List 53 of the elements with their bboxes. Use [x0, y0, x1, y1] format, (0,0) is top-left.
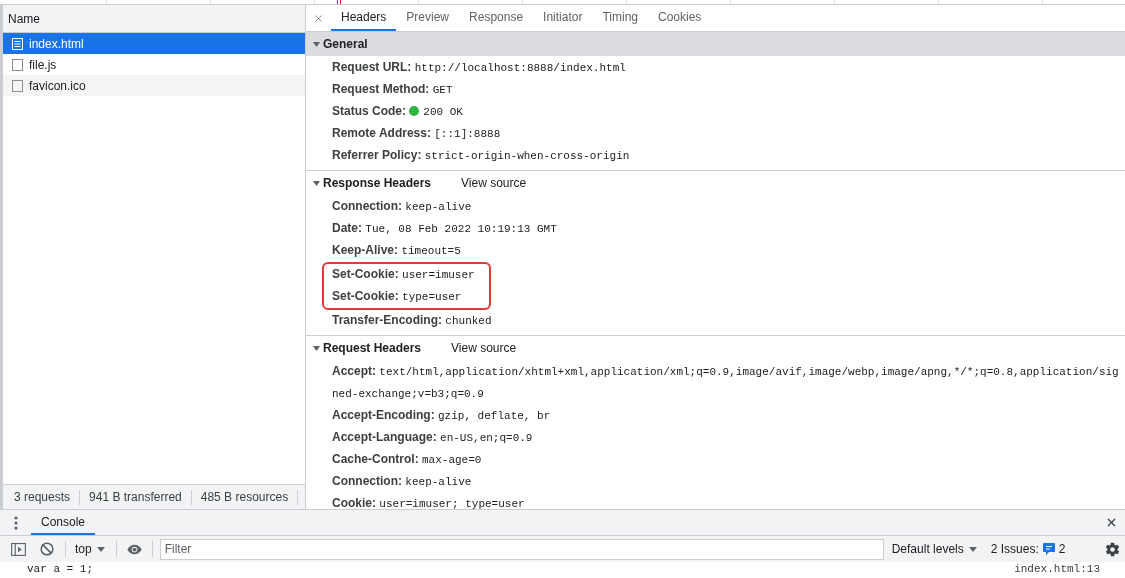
tab[interactable]: Timing	[592, 5, 648, 31]
status-text: 941 B transferred	[88, 489, 183, 506]
header-row-text: Referrer Policy: strict-origin-when-cross-origin	[331, 147, 631, 164]
header-row-text: Connection: keep-alive	[331, 473, 473, 490]
settings-icon[interactable]	[1105, 541, 1120, 557]
tab[interactable]: Preview	[396, 5, 460, 31]
kebab-menu-icon[interactable]	[13, 515, 18, 530]
status-dot-icon	[409, 106, 420, 116]
header-row-text: Remote Address: [::1]:8888	[331, 125, 502, 142]
tab[interactable]: Response	[459, 5, 534, 31]
column-header[interactable]: Name	[3, 5, 305, 33]
status-text: 485 B resources	[199, 489, 290, 506]
tab[interactable]: Initiator	[533, 5, 593, 31]
disclosure-triangle-icon[interactable]	[313, 345, 320, 351]
disclosure-triangle-icon[interactable]	[313, 41, 320, 47]
header-row-text: Request URL: http://localhost:8888/index.html	[331, 59, 627, 76]
request-row[interactable]: index.html	[3, 33, 305, 54]
header-row-text: Date: Tue, 08 Feb 2022 10:19:13 GMT	[331, 220, 558, 237]
header-row-text: Connection: keep-alive	[331, 198, 473, 215]
context-dropdown[interactable]: top	[75, 540, 105, 558]
header-row-text: Set-Cookie: user=imuser	[332, 266, 476, 283]
chat-bubble-icon	[1042, 543, 1055, 555]
sidebar-toggle-icon[interactable]	[11, 542, 26, 556]
filter-field[interactable]: Filter	[159, 538, 884, 560]
header-name: Status Code:	[332, 104, 406, 118]
header-row-text: Cookie: user=imuser; type=user	[331, 495, 526, 509]
header-row-text: Request Method: GET	[331, 81, 454, 98]
header-row-text: Accept-Language: en-US,en;q=0.9	[331, 429, 534, 446]
disclosure-triangle-icon[interactable]	[313, 180, 320, 186]
section-toggle[interactable]: Response Headers	[313, 174, 432, 192]
header-row-text: Cache-Control: max-age=0	[331, 451, 483, 468]
view-source-link[interactable]: View source	[461, 174, 527, 192]
request-row[interactable]: favicon.ico	[3, 75, 305, 96]
file-icon	[12, 58, 23, 71]
source-link[interactable]: index.html:13	[1014, 561, 1100, 578]
header-row-text: Set-Cookie: type=user	[332, 288, 463, 305]
tab[interactable]: Cookies	[648, 5, 712, 31]
issues-button[interactable]: 2 Issues: 2	[990, 540, 1066, 558]
log-levels-dropdown[interactable]: Default levels	[891, 540, 977, 558]
header-value: 200 OK	[423, 106, 463, 118]
view-source-link[interactable]: View source	[451, 339, 517, 357]
section-toggle[interactable]: Request Headers	[313, 339, 422, 357]
header-row-text: Accept-Encoding: gzip, deflate, br	[331, 407, 552, 424]
header-row-text: Transfer-Encoding: chunked	[331, 312, 493, 329]
caret-down-icon	[96, 546, 105, 552]
section-toggle[interactable]: General	[313, 35, 368, 53]
console-message: var a = 1;	[27, 562, 93, 578]
caret-down-icon	[968, 546, 977, 552]
file-icon	[12, 79, 23, 92]
header-row-text: Keep-Alive: timeout=5	[331, 242, 462, 259]
document-icon	[12, 37, 23, 50]
status-text: 3 requests	[13, 489, 72, 506]
ban-icon[interactable]	[40, 542, 54, 556]
